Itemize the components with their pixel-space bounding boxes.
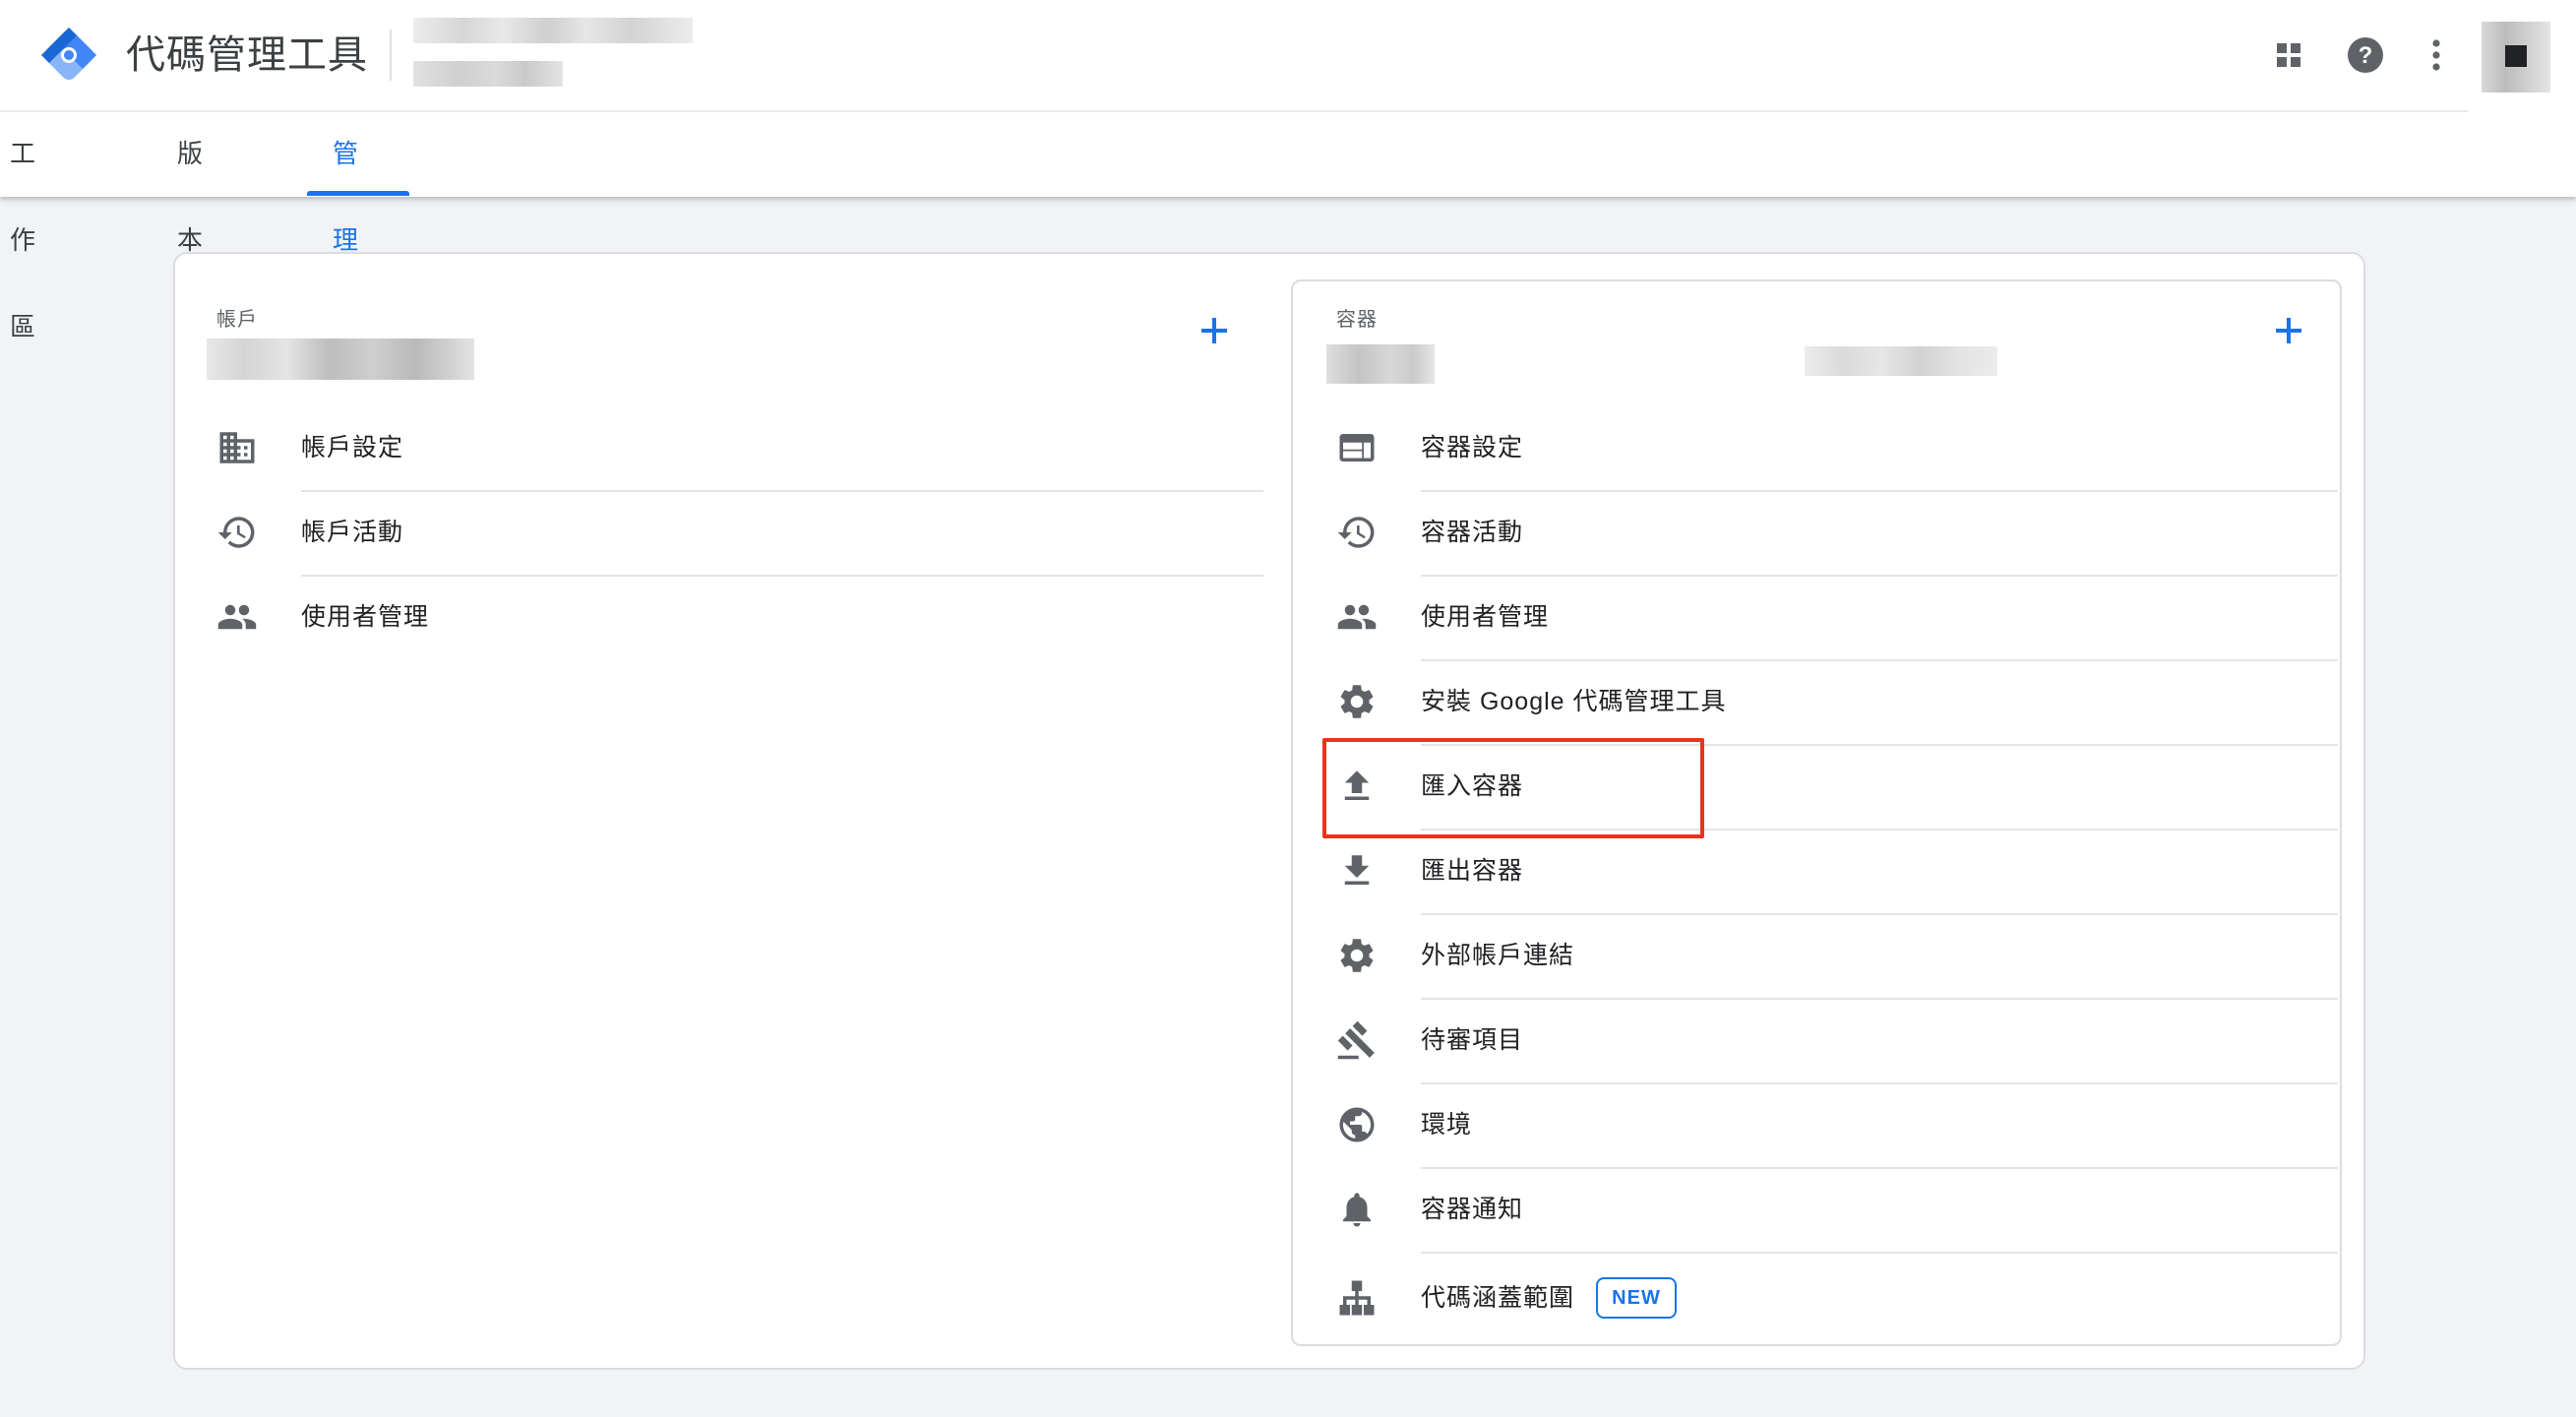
container-public-id — [1805, 346, 1997, 376]
sitemap-icon — [1339, 1280, 1375, 1316]
menu-item-label: 帳戶設定 — [301, 434, 404, 462]
create-account-button[interactable] — [1195, 311, 1234, 350]
menu-item-container-notifications[interactable]: 容器通知 — [1336, 1167, 2338, 1252]
menu-item-label: 容器設定 — [1421, 434, 1524, 462]
menu-item-container-user-management[interactable]: 使用者管理 — [1336, 575, 2338, 659]
menu-item-label: 使用者管理 — [1421, 603, 1550, 631]
menu-item-label: 容器通知 — [1421, 1196, 1524, 1223]
menu-item-label: 代碼涵蓋範圍 — [1421, 1284, 1575, 1312]
top-bar: 代碼管理工具 ? — [0, 0, 2550, 112]
container-column-label: 容器 — [1336, 309, 1378, 331]
menu-item-label: 匯入容器 — [1421, 772, 1524, 800]
active-tab-indicator — [307, 191, 409, 196]
gavel-icon — [1337, 1020, 1375, 1060]
history-icon — [217, 517, 255, 548]
product-name: 代碼管理工具 — [126, 33, 368, 77]
menu-item-install-gtm[interactable]: 安裝 Google 代碼管理工具 — [1336, 659, 2338, 744]
account-avatar[interactable] — [2482, 22, 2550, 92]
menu-item-label: 外部帳戶連結 — [1421, 942, 1575, 969]
menu-item-label: 匯出容器 — [1421, 857, 1524, 885]
menu-item-import-container[interactable]: 匯入容器 — [1336, 744, 2338, 829]
svg-text:?: ? — [2359, 42, 2373, 69]
menu-item-account-activity[interactable]: 帳戶活動 — [216, 490, 1263, 575]
menu-item-container-settings[interactable]: 容器設定 — [1336, 405, 2338, 490]
building-icon — [219, 432, 255, 463]
container-name-selector[interactable] — [1326, 344, 1435, 384]
people-icon — [217, 604, 257, 630]
account-selector-name[interactable] — [413, 18, 693, 43]
upload-icon — [1344, 770, 1370, 800]
tab-versions[interactable]: 版本 — [177, 110, 204, 255]
menu-item-label: 待審項目 — [1421, 1026, 1524, 1054]
gear-icon — [1340, 685, 1374, 718]
globe-icon — [1339, 1107, 1375, 1142]
menu-item-container-activity[interactable]: 容器活動 — [1336, 490, 2338, 575]
menu-item-approval-queue[interactable]: 待審項目 — [1336, 998, 2338, 1082]
new-badge: NEW — [1596, 1277, 1677, 1319]
tag-manager-logo[interactable] — [37, 24, 100, 87]
menu-item-external-account-links[interactable]: 外部帳戶連結 — [1336, 913, 2338, 998]
tab-workspace[interactable]: 工作區 — [10, 110, 36, 341]
more-vert-icon[interactable] — [2415, 33, 2458, 77]
menu-item-label: 安裝 Google 代碼管理工具 — [1421, 688, 1727, 715]
account-column-label: 帳戶 — [216, 309, 258, 331]
download-icon — [1344, 855, 1370, 885]
apps-grid-icon[interactable] — [2267, 33, 2310, 77]
header-divider — [390, 30, 392, 81]
people-icon — [1337, 604, 1377, 630]
menu-item-label: 容器活動 — [1421, 519, 1524, 546]
account-name-selector[interactable] — [207, 339, 474, 380]
create-container-button[interactable] — [2269, 311, 2308, 350]
container-selector-name[interactable] — [413, 61, 563, 87]
menu-item-label: 帳戶活動 — [301, 519, 404, 546]
app-header: 代碼管理工具 ? 工作區 版本 管理 — [0, 0, 2576, 341]
web-icon — [1339, 434, 1375, 462]
menu-item-export-container[interactable]: 匯出容器 — [1336, 829, 2338, 913]
gear-icon — [1340, 939, 1374, 972]
menu-item-label: 使用者管理 — [301, 603, 430, 631]
history-icon — [1337, 517, 1375, 548]
menu-item-environments[interactable]: 環境 — [1336, 1082, 2338, 1167]
help-icon[interactable]: ? — [2344, 33, 2387, 77]
row-divider — [1421, 1252, 2338, 1254]
menu-item-tag-coverage[interactable]: 代碼涵蓋範圍 — [1336, 1256, 2338, 1340]
bell-icon — [1343, 1193, 1371, 1227]
tab-admin[interactable]: 管理 — [333, 110, 359, 255]
menu-item-account-settings[interactable]: 帳戶設定 — [216, 405, 1263, 490]
menu-item-account-user-management[interactable]: 使用者管理 — [216, 575, 1263, 659]
menu-item-label: 環境 — [1421, 1111, 1473, 1139]
